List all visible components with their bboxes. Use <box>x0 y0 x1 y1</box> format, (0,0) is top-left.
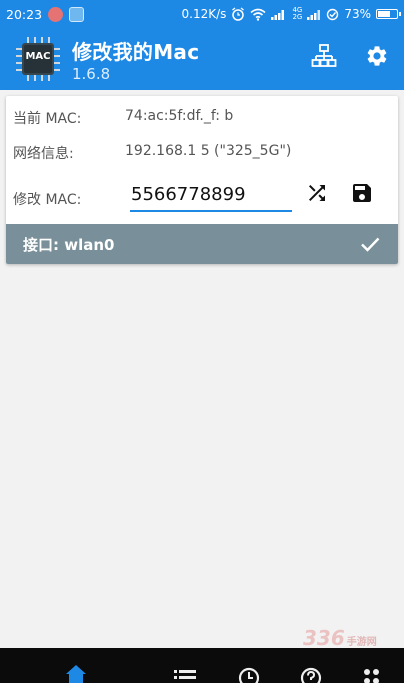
signal-icon-secondary <box>307 8 321 20</box>
notification-avatar-icon <box>48 6 64 22</box>
save-mac-button[interactable] <box>349 182 375 208</box>
nav-list[interactable] <box>172 662 198 683</box>
notification-app-icon <box>69 6 85 22</box>
watermark-text: 336 <box>303 626 345 650</box>
alarm-icon <box>231 7 245 21</box>
app-logo-text: MAC <box>25 51 51 62</box>
network-icon <box>311 43 337 73</box>
history-icon <box>236 667 262 683</box>
more-icon <box>359 669 385 683</box>
sync-icon <box>326 8 339 21</box>
app-logo: MAC <box>13 34 63 84</box>
random-mac-button[interactable] <box>304 182 330 208</box>
home-icon <box>63 665 89 683</box>
list-icon <box>172 670 198 683</box>
network-button[interactable] <box>308 42 340 74</box>
nav-help[interactable] <box>298 662 324 683</box>
battery-percent: 73% <box>344 7 371 21</box>
network-speed: 0.12K/s <box>181 7 227 21</box>
current-mac-value: 74:ac:5f:df._f: b <box>125 108 234 124</box>
watermark-subtext: 手游网 <box>346 637 377 648</box>
watermark: 336 手游网 <box>303 626 404 650</box>
battery-level <box>378 11 391 17</box>
bottom-nav <box>0 648 404 683</box>
shuffle-icon <box>305 181 329 209</box>
help-icon <box>298 667 324 683</box>
status-right: 0.12K/s 4G 2G 73% <box>181 7 401 21</box>
mac-info-card: 当前 MAC: 74:ac:5f:df._f: b 网络信息: 192.168.… <box>6 96 398 264</box>
current-mac-label: 当前 MAC: <box>13 111 82 127</box>
status-left: 20:23 <box>6 6 85 22</box>
app-bar: MAC 修改我的Mac 1.6.8 <box>0 28 404 90</box>
network-type-bottom: 2G <box>292 13 303 21</box>
signal-icon <box>271 8 287 20</box>
save-icon <box>350 181 374 209</box>
gear-icon <box>365 44 389 72</box>
settings-button[interactable] <box>361 42 393 74</box>
status-bar: 20:23 0.12K/s 4G 2G 73% <box>0 0 404 28</box>
wifi-icon <box>250 8 266 21</box>
edit-mac-label: 修改 MAC: <box>13 192 82 208</box>
app-title: 修改我的Mac <box>72 40 200 64</box>
network-info-label: 网络信息: <box>13 146 74 162</box>
nav-history[interactable] <box>236 662 262 683</box>
check-icon[interactable] <box>358 232 382 256</box>
nav-home[interactable] <box>63 662 89 683</box>
mac-input[interactable] <box>130 180 292 212</box>
network-type-label: 4G 2G <box>292 7 302 21</box>
interface-bar[interactable]: 接口: wlan0 <box>6 224 398 264</box>
app-version: 1.6.8 <box>72 65 111 83</box>
battery-icon <box>376 9 401 19</box>
interface-label: 接口: wlan0 <box>23 236 115 254</box>
status-time: 20:23 <box>6 6 43 22</box>
nav-more[interactable] <box>359 662 385 683</box>
network-info-value: 192.168.1 5 ("325_5G") <box>125 143 292 159</box>
